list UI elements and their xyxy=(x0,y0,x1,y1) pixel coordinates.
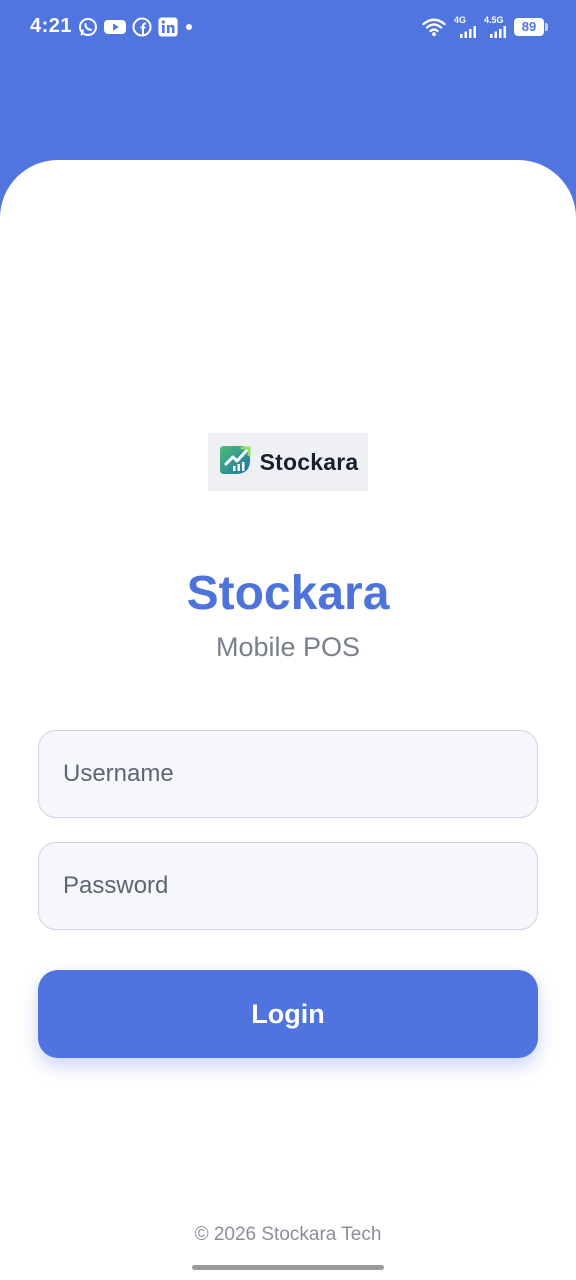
app-title: Stockara xyxy=(186,567,390,620)
login-card xyxy=(0,160,576,1280)
dot-icon xyxy=(186,24,192,30)
stockara-logo-icon xyxy=(218,442,254,483)
signal-icon xyxy=(490,26,506,38)
network-4g-indicator: 4G xyxy=(454,15,476,38)
battery-icon: 89 xyxy=(514,18,548,36)
home-indicator[interactable] xyxy=(192,1265,384,1270)
login-button[interactable]: Login xyxy=(38,970,538,1058)
whatsapp-icon xyxy=(78,17,98,37)
system-icons: 4G 4.5G 89 xyxy=(422,15,548,38)
network-45g-indicator: 4.5G xyxy=(484,15,506,38)
facebook-icon xyxy=(132,17,152,37)
status-time: 4:21 xyxy=(30,15,73,37)
logo: Stockara xyxy=(208,433,368,491)
notification-icons xyxy=(78,17,192,37)
network-4g-label: 4G xyxy=(454,15,467,25)
app-subtitle: Mobile POS xyxy=(215,632,361,662)
wifi-icon xyxy=(422,17,446,37)
network-45g-label: 4.5G xyxy=(484,15,504,25)
signal-icon xyxy=(460,26,476,38)
youtube-icon xyxy=(104,18,126,36)
password-input[interactable] xyxy=(38,842,538,930)
footer-copyright: © 2026 Stockara Tech xyxy=(194,1224,382,1245)
username-input[interactable] xyxy=(38,730,538,818)
linkedin-icon xyxy=(158,17,178,37)
status-bar: 4:21 4G 4.5G 89 xyxy=(0,0,576,58)
logo-text: Stockara xyxy=(259,448,359,475)
